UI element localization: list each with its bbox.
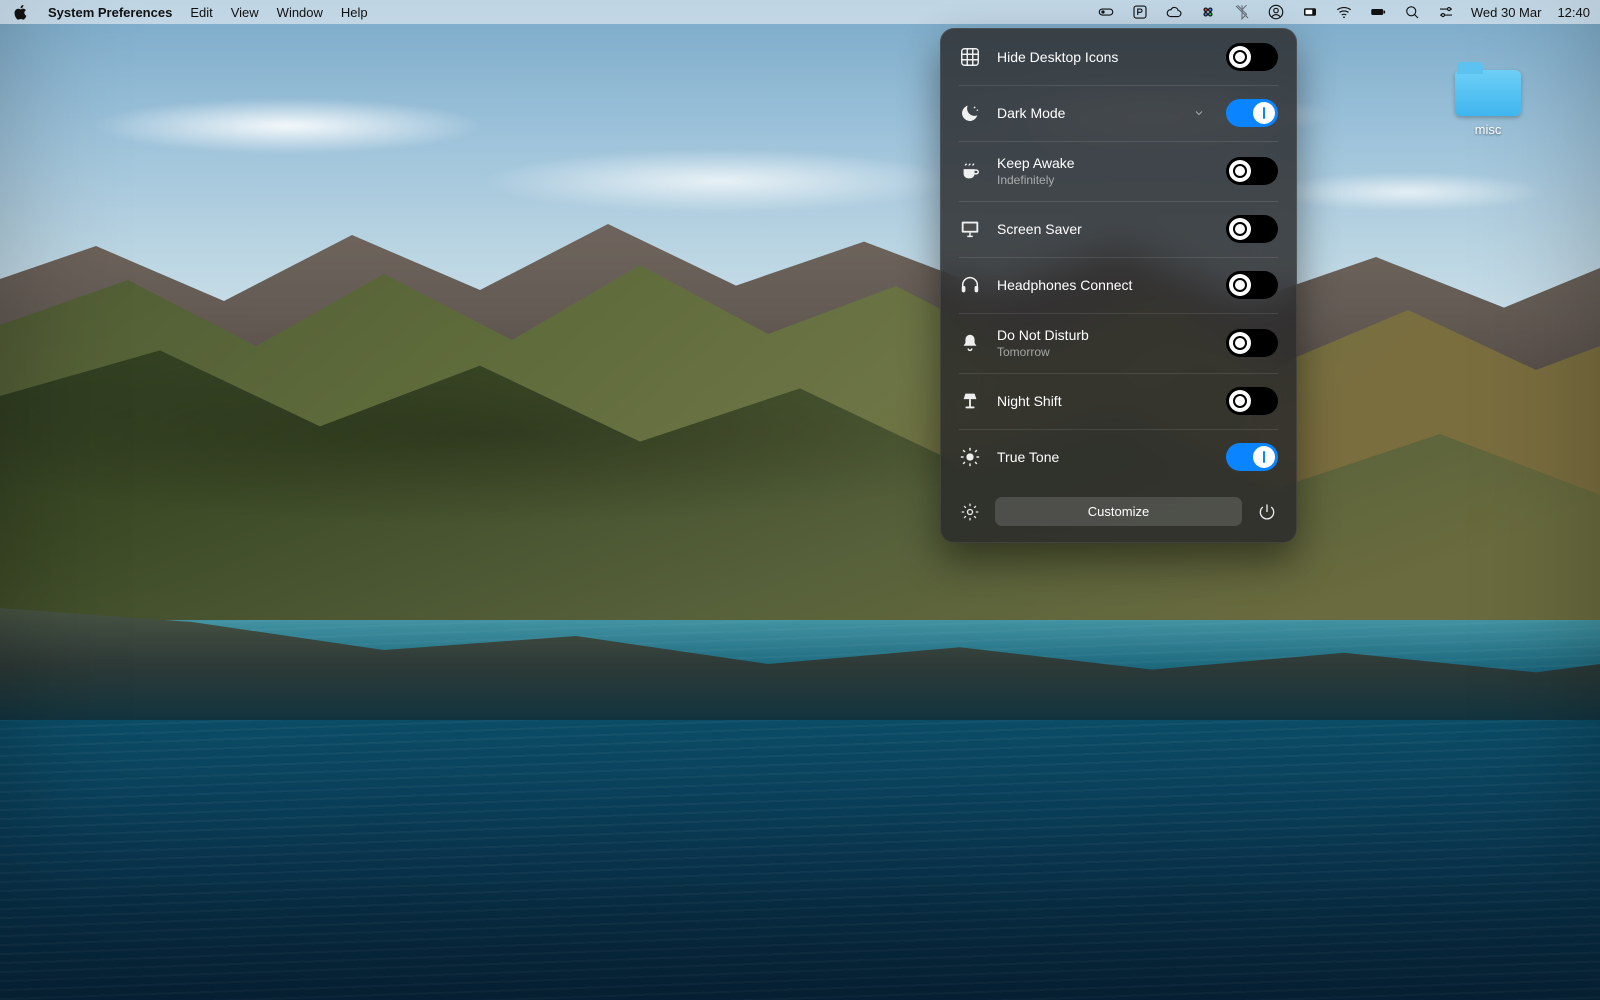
customize-button[interactable]: Customize bbox=[995, 497, 1242, 526]
sun-icon bbox=[959, 446, 981, 468]
row-title: Screen Saver bbox=[997, 221, 1210, 237]
toggle-hide-desktop-icons[interactable] bbox=[1226, 43, 1278, 71]
desktop-folder-label: misc bbox=[1448, 122, 1528, 137]
menubar-item-edit[interactable]: Edit bbox=[190, 5, 212, 20]
toggle-do-not-disturb[interactable] bbox=[1226, 329, 1278, 357]
menubar-date[interactable]: Wed 30 Mar bbox=[1471, 5, 1542, 20]
toggle-true-tone[interactable] bbox=[1226, 443, 1278, 471]
row-subtitle: Indefinitely bbox=[997, 173, 1210, 187]
row-title: True Tone bbox=[997, 449, 1210, 465]
desktop-folder-misc[interactable]: misc bbox=[1448, 70, 1528, 137]
status-spotlight-icon[interactable] bbox=[1403, 3, 1421, 21]
menubar: System Preferences Edit View Window Help… bbox=[0, 0, 1600, 24]
gear-icon[interactable] bbox=[959, 501, 981, 523]
status-cloud-icon[interactable] bbox=[1165, 3, 1183, 21]
menubar-time[interactable]: 12:40 bbox=[1557, 5, 1590, 20]
apple-menu-icon[interactable] bbox=[12, 3, 30, 21]
row-title: Headphones Connect bbox=[997, 277, 1210, 293]
toggle-screen-saver[interactable] bbox=[1226, 215, 1278, 243]
status-display-icon[interactable] bbox=[1301, 3, 1319, 21]
row-true-tone[interactable]: True Tone bbox=[941, 429, 1296, 485]
desktop-wallpaper bbox=[0, 0, 1600, 1000]
panel-footer: Customize bbox=[941, 485, 1296, 542]
row-title: Hide Desktop Icons bbox=[997, 49, 1210, 65]
row-night-shift[interactable]: Night Shift bbox=[941, 373, 1296, 429]
menubar-item-window[interactable]: Window bbox=[277, 5, 323, 20]
menubar-item-view[interactable]: View bbox=[231, 5, 259, 20]
status-wifi-icon[interactable] bbox=[1335, 3, 1353, 21]
toggle-headphones-connect[interactable] bbox=[1226, 271, 1278, 299]
lamp-icon bbox=[959, 390, 981, 412]
folder-icon bbox=[1455, 70, 1521, 116]
row-headphones-connect[interactable]: Headphones Connect bbox=[941, 257, 1296, 313]
menubar-item-help[interactable]: Help bbox=[341, 5, 368, 20]
row-title: Keep Awake bbox=[997, 155, 1210, 171]
status-battery-icon[interactable] bbox=[1369, 3, 1387, 21]
toggle-keep-awake[interactable] bbox=[1226, 157, 1278, 185]
row-dark-mode[interactable]: Dark Mode bbox=[941, 85, 1296, 141]
row-title: Dark Mode bbox=[997, 105, 1176, 121]
row-subtitle: Tomorrow bbox=[997, 345, 1210, 359]
status-app-p-icon[interactable] bbox=[1131, 3, 1149, 21]
status-account-icon[interactable] bbox=[1267, 3, 1285, 21]
toggle-night-shift[interactable] bbox=[1226, 387, 1278, 415]
row-screen-saver[interactable]: Screen Saver bbox=[941, 201, 1296, 257]
moon-icon bbox=[959, 102, 981, 124]
bell-icon bbox=[959, 332, 981, 354]
status-control-center-icon[interactable] bbox=[1437, 3, 1455, 21]
row-keep-awake[interactable]: Keep Awake Indefinitely bbox=[941, 141, 1296, 201]
coffee-icon bbox=[959, 160, 981, 182]
grid-icon bbox=[959, 46, 981, 68]
status-dots-icon[interactable] bbox=[1199, 3, 1217, 21]
power-icon[interactable] bbox=[1256, 501, 1278, 523]
menubar-app-name[interactable]: System Preferences bbox=[48, 5, 172, 20]
chevron-down-icon[interactable] bbox=[1192, 106, 1206, 120]
row-title: Night Shift bbox=[997, 393, 1210, 409]
row-do-not-disturb[interactable]: Do Not Disturb Tomorrow bbox=[941, 313, 1296, 373]
toggle-dark-mode[interactable] bbox=[1226, 99, 1278, 127]
status-one-switch-icon[interactable] bbox=[1097, 3, 1115, 21]
one-switch-panel: Hide Desktop Icons Dark Mode Keep Awake … bbox=[940, 28, 1297, 543]
row-hide-desktop-icons[interactable]: Hide Desktop Icons bbox=[941, 29, 1296, 85]
status-bluetooth-off-icon[interactable] bbox=[1233, 3, 1251, 21]
headphones-icon bbox=[959, 274, 981, 296]
row-title: Do Not Disturb bbox=[997, 327, 1210, 343]
monitor-icon bbox=[959, 218, 981, 240]
